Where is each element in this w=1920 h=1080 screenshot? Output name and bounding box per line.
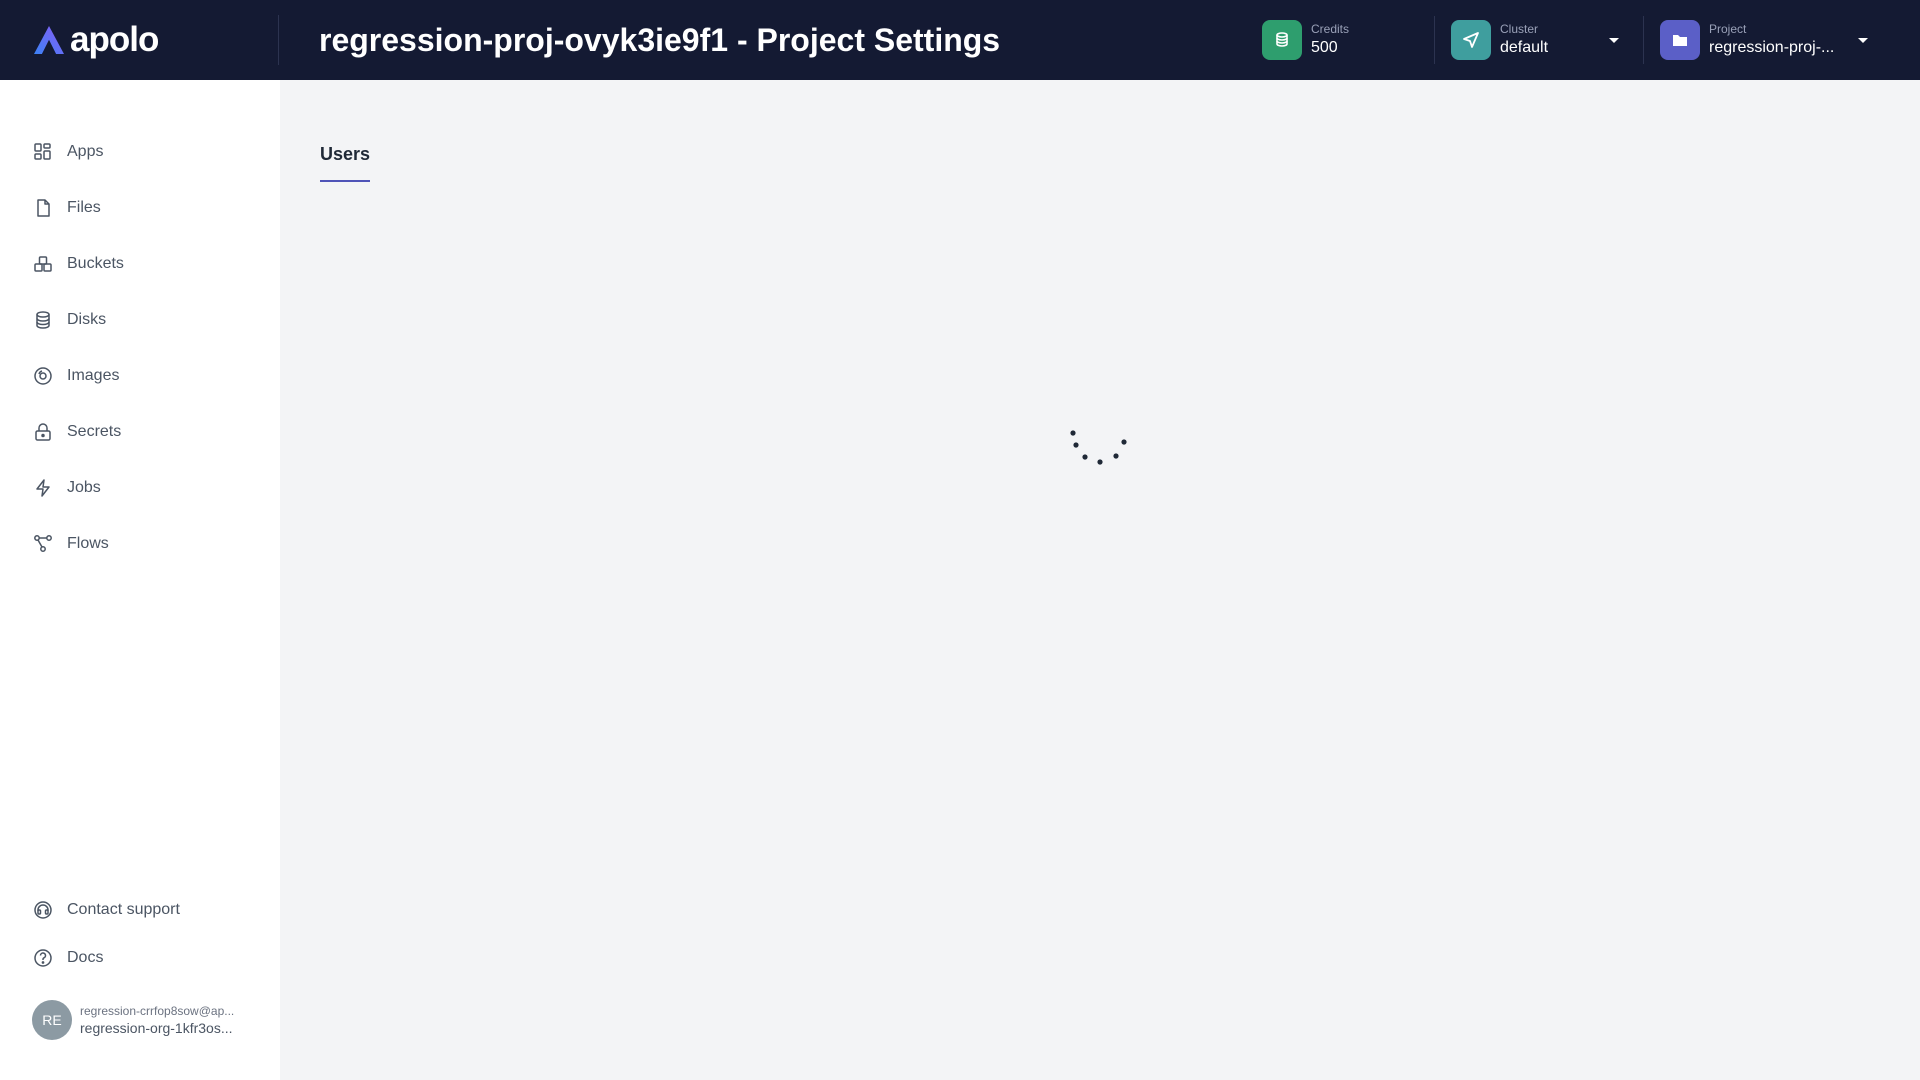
sidebar: Apps Files Buckets Disks Images Secrets … (0, 80, 280, 1080)
sidebar-item-disks[interactable]: Disks (32, 304, 252, 336)
sidebar-item-label: Jobs (67, 479, 101, 496)
sidebar-item-label: Images (67, 367, 120, 384)
project-caption: Project (1709, 21, 1747, 36)
credits-value: 500 (1311, 38, 1338, 56)
user-org: regression-org-1kfr3os... (80, 1020, 233, 1036)
cluster-value: default (1500, 38, 1549, 56)
database-icon (32, 309, 54, 331)
headset-icon (32, 899, 54, 921)
send-icon (1451, 20, 1491, 60)
project-selector[interactable]: Project regression-proj-... (1660, 0, 1870, 80)
docs-link[interactable]: Docs (32, 942, 252, 974)
apps-grid-icon (32, 141, 54, 163)
sidebar-item-label: Disks (67, 311, 107, 328)
sidebar-item-buckets[interactable]: Buckets (32, 248, 252, 280)
sidebar-item-files[interactable]: Files (32, 192, 252, 224)
flows-icon (32, 533, 54, 555)
tab-users[interactable]: Users (320, 140, 371, 182)
sidebar-item-label: Buckets (67, 255, 124, 272)
logo-text: apolo (70, 20, 159, 59)
user-email: regression-crrfop8sow@ap... (80, 1004, 235, 1018)
header-divider (1434, 16, 1435, 64)
help-circle-icon (32, 947, 54, 969)
sidebar-item-label: Secrets (67, 423, 122, 440)
credits-caption: Credits (1311, 21, 1350, 36)
sidebar-item-secrets[interactable]: Secrets (32, 416, 252, 448)
coins-icon (1262, 20, 1302, 60)
top-header: apolo regression-proj-ovyk3ie9f1 - Proje… (0, 0, 1920, 80)
file-icon (32, 197, 54, 219)
docs-label: Docs (67, 949, 104, 966)
contact-support-link[interactable]: Contact support (32, 894, 252, 926)
sidebar-item-label: Flows (67, 535, 109, 552)
loading-spinner-icon (1070, 430, 1127, 465)
sidebar-item-images[interactable]: Images (32, 360, 252, 392)
folder-icon (1660, 20, 1700, 60)
page-title: regression-proj-ovyk3ie9f1 - Project Set… (319, 21, 1001, 58)
buckets-icon (32, 253, 54, 275)
avatar: RE (32, 1000, 72, 1040)
header-divider (1643, 16, 1644, 64)
apolo-logo-icon (34, 26, 64, 54)
user-menu[interactable]: RE regression-crrfop8sow@ap... regressio… (32, 1000, 262, 1040)
sidebar-item-label: Files (67, 199, 101, 216)
cluster-selector[interactable]: Cluster default (1451, 0, 1621, 80)
credits-widget[interactable]: Credits 500 (1262, 0, 1349, 80)
project-value: regression-proj-... (1709, 38, 1835, 56)
lock-icon (32, 421, 54, 443)
cluster-chevron-down-icon[interactable] (1609, 38, 1619, 43)
apolo-logo[interactable]: apolo (0, 15, 279, 65)
sidebar-item-flows[interactable]: Flows (32, 528, 252, 560)
sidebar-item-apps[interactable]: Apps (32, 136, 252, 168)
lightning-icon (32, 477, 54, 499)
contact-support-label: Contact support (67, 901, 180, 918)
image-disc-icon (32, 365, 54, 387)
sidebar-item-jobs[interactable]: Jobs (32, 472, 252, 504)
sidebar-item-label: Apps (67, 143, 104, 160)
cluster-caption: Cluster (1500, 21, 1539, 36)
project-chevron-down-icon[interactable] (1858, 38, 1868, 43)
